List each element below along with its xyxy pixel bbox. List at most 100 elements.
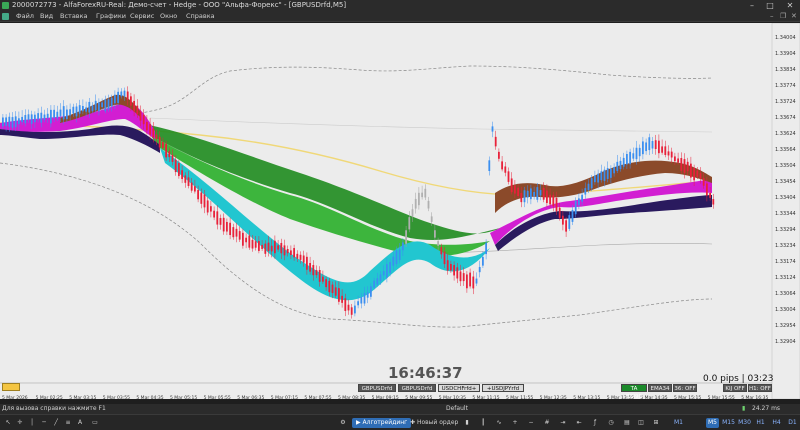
candle-body bbox=[21, 116, 23, 123]
price-label: 1.33674 bbox=[775, 115, 796, 121]
candle-body bbox=[510, 178, 513, 193]
candle-body bbox=[434, 230, 436, 238]
tf-m1[interactable]: M1 bbox=[672, 418, 685, 428]
candle-body bbox=[482, 256, 484, 266]
candle-body bbox=[536, 187, 539, 200]
indicator-button-rsi[interactable]: TA RSI90 bbox=[621, 384, 647, 400]
price-label: 1.33404 bbox=[775, 195, 796, 201]
maximize-button[interactable]: □ bbox=[762, 0, 778, 11]
menu-insert[interactable]: Вставка bbox=[60, 11, 88, 22]
vertical-line-icon[interactable]: │ bbox=[27, 418, 37, 428]
indicator-button-h1[interactable]: H1: OFF bbox=[748, 384, 772, 392]
price-chart[interactable]: 1.34004 1.33904 1.33834 1.33774 1.33724 1.336… bbox=[0, 23, 800, 399]
menu-file[interactable]: Файл bbox=[16, 11, 34, 22]
candle-body bbox=[571, 209, 574, 222]
tf-m15[interactable]: M15 bbox=[722, 418, 735, 428]
candle-body bbox=[699, 173, 702, 179]
zoom-out-icon[interactable]: − bbox=[526, 418, 536, 428]
candle-body bbox=[520, 193, 523, 203]
indicators-icon[interactable]: ƒ bbox=[590, 418, 600, 428]
candle-body bbox=[75, 106, 78, 117]
close-button[interactable]: ✕ bbox=[782, 0, 798, 11]
candle-body bbox=[584, 188, 587, 195]
candle-body bbox=[350, 307, 353, 315]
candles-icon[interactable]: ┃ bbox=[478, 418, 488, 428]
candle-body bbox=[574, 200, 577, 215]
candle-body bbox=[706, 183, 708, 196]
symbol-button-4[interactable]: +USDJPYrfd bbox=[482, 384, 524, 392]
algo-trading-button[interactable]: ▶ Алготрейдинг bbox=[352, 418, 412, 428]
candle-body bbox=[206, 200, 209, 213]
templates-icon[interactable]: ▤ bbox=[622, 418, 632, 428]
menu-tools[interactable]: Сервис bbox=[130, 11, 154, 22]
chart-close-button[interactable]: ✕ bbox=[791, 11, 797, 22]
candle-body bbox=[245, 237, 247, 243]
symbol-button-1[interactable]: GBPUSDrfd bbox=[358, 384, 396, 392]
arrow-icon[interactable]: ↖ bbox=[3, 418, 13, 428]
candle-body bbox=[712, 199, 715, 205]
candle-body bbox=[539, 190, 542, 196]
tf-h1[interactable]: H1 bbox=[754, 418, 767, 428]
settings-icon[interactable]: ⊞ bbox=[651, 418, 661, 428]
candle-body bbox=[312, 265, 315, 276]
symbol-button-2[interactable]: GBPUSDrfd bbox=[398, 384, 436, 392]
candle-body bbox=[11, 117, 14, 128]
candle-body bbox=[549, 194, 551, 205]
profile-label[interactable]: Default bbox=[446, 404, 468, 414]
candle-body bbox=[344, 298, 347, 311]
symbol-button-3[interactable]: USDCHFrfd+ bbox=[438, 384, 480, 392]
line-chart-icon[interactable]: ∿ bbox=[494, 418, 504, 428]
shift-icon[interactable]: ⇤ bbox=[574, 418, 584, 428]
screenshot-icon[interactable]: ◫ bbox=[636, 418, 646, 428]
indicator-button-36[interactable]: 36: OFF bbox=[673, 384, 697, 392]
candle-body bbox=[56, 111, 59, 119]
indicator-button-ema[interactable]: EMA34 bbox=[648, 384, 672, 392]
tf-d1[interactable]: D1 bbox=[786, 418, 799, 428]
candle-body bbox=[178, 163, 180, 177]
chart-restore-button[interactable]: ❐ bbox=[780, 11, 786, 22]
menu-window[interactable]: Окно bbox=[160, 11, 177, 22]
autoscroll-icon[interactable]: ⇥ bbox=[558, 418, 568, 428]
candle-body bbox=[251, 239, 254, 249]
price-label: 1.33234 bbox=[775, 243, 796, 249]
candle-body bbox=[267, 242, 270, 251]
menu-view[interactable]: Вид bbox=[40, 11, 53, 22]
trendline-icon[interactable]: ╱ bbox=[51, 418, 61, 428]
menu-help[interactable]: Справка bbox=[186, 11, 215, 22]
candle-body bbox=[402, 242, 404, 251]
candle-body bbox=[69, 109, 71, 116]
periods-icon[interactable]: ◷ bbox=[606, 418, 616, 428]
zoom-in-icon[interactable]: + bbox=[510, 418, 520, 428]
tf-m5[interactable]: M5 bbox=[706, 418, 719, 428]
candle-body bbox=[603, 169, 606, 181]
text-icon[interactable]: A bbox=[75, 418, 85, 428]
chart-canvas[interactable]: 1.34004 1.33904 1.33834 1.33774 1.33724 1.336… bbox=[0, 23, 800, 399]
new-order-button[interactable]: ✚ Новый ордер bbox=[410, 418, 458, 428]
candle-body bbox=[338, 288, 340, 302]
price-label: 1.33004 bbox=[775, 307, 796, 313]
expert-icon[interactable]: ⚙ bbox=[338, 418, 348, 428]
grid-icon[interactable]: # bbox=[542, 418, 552, 428]
channel-icon[interactable]: ≡ bbox=[63, 418, 73, 428]
chart-mini-button[interactable] bbox=[2, 383, 20, 391]
minimize-button[interactable]: – bbox=[744, 0, 760, 11]
candle-body bbox=[309, 262, 311, 272]
candle-body bbox=[286, 249, 289, 254]
chart-minimize-button[interactable]: – bbox=[770, 11, 774, 22]
indicator-button-kij[interactable]: KIJ OFF bbox=[723, 384, 747, 392]
menu-charts[interactable]: Графики bbox=[96, 11, 126, 22]
candle-body bbox=[453, 265, 455, 276]
candle-body bbox=[610, 168, 612, 178]
horizontal-line-icon[interactable]: ─ bbox=[39, 418, 49, 428]
chart-bar-icon[interactable]: ▮ bbox=[462, 418, 472, 428]
shapes-icon[interactable]: ▭ bbox=[90, 418, 100, 428]
candle-body bbox=[670, 151, 673, 158]
candle-body bbox=[194, 186, 196, 192]
price-label: 1.34004 bbox=[775, 35, 796, 41]
candle-body bbox=[114, 94, 116, 104]
candle-body bbox=[370, 286, 372, 297]
tf-h4[interactable]: H4 bbox=[770, 418, 783, 428]
tf-m30[interactable]: M30 bbox=[738, 418, 751, 428]
crosshair-icon[interactable]: ✛ bbox=[15, 418, 25, 428]
candle-body bbox=[645, 142, 647, 152]
